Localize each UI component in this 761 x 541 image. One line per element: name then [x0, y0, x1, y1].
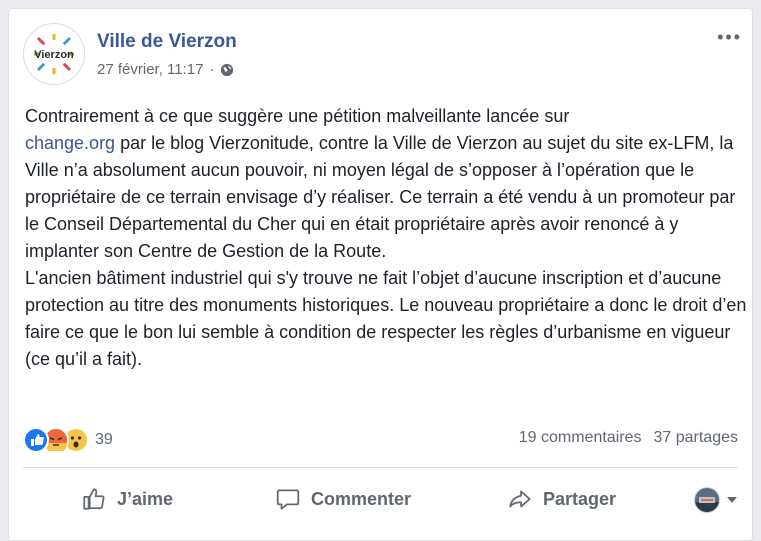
comment-icon	[276, 489, 300, 510]
post-actions: J’aime Commenter Partager	[23, 479, 738, 527]
post-meta: 27 février, 11:17 ·	[97, 61, 234, 78]
like-label: J’aime	[117, 488, 174, 509]
like-reaction-icon	[23, 427, 49, 453]
reactions-summary[interactable]: 39	[23, 427, 113, 453]
reaction-count: 39	[95, 431, 113, 448]
post-body-part2: par le blog Vierzonitude, contre la Vill…	[25, 133, 747, 369]
share-arrow-icon	[509, 490, 531, 508]
svg-text:Vierzon: Vierzon	[34, 49, 74, 61]
page-name-link[interactable]: Ville de Vierzon	[97, 31, 237, 53]
post-stats: 39 19 commentaires 37 partages	[23, 427, 738, 453]
post-timestamp[interactable]: 27 février, 11:17	[97, 61, 203, 78]
page-avatar[interactable]: Vierzon	[23, 23, 85, 85]
comment-label: Commenter	[311, 488, 412, 509]
change-org-link[interactable]: change.org	[25, 133, 115, 153]
more-options-icon[interactable]: •••	[717, 27, 742, 48]
comment-button[interactable]: Commenter	[275, 479, 411, 519]
post-card: Vierzon Ville de Vierzon 27 février, 11:…	[8, 8, 753, 541]
user-avatar	[694, 487, 720, 513]
vierzon-logo-icon: Vierzon	[34, 34, 74, 74]
share-button[interactable]: Partager	[507, 479, 616, 519]
actions-divider	[23, 467, 738, 468]
post-body-part1: Contrairement à ce que suggère une pétit…	[25, 106, 570, 126]
engagement-stats: 19 commentaires 37 partages	[519, 429, 738, 447]
globe-icon	[221, 63, 234, 76]
share-label: Partager	[543, 488, 617, 509]
meta-separator: ·	[209, 61, 215, 78]
post-header: Vierzon Ville de Vierzon 27 février, 11:…	[23, 23, 742, 87]
shares-count-link[interactable]: 37 partages	[653, 429, 738, 447]
comments-count-link[interactable]: 19 commentaires	[519, 429, 642, 447]
chevron-down-icon	[727, 497, 737, 503]
like-button[interactable]: J’aime	[81, 479, 173, 519]
post-body: Contrairement à ce que suggère une pétit…	[25, 103, 750, 373]
reaction-audience-selector[interactable]	[694, 487, 738, 513]
thumbs-up-icon	[83, 488, 105, 510]
